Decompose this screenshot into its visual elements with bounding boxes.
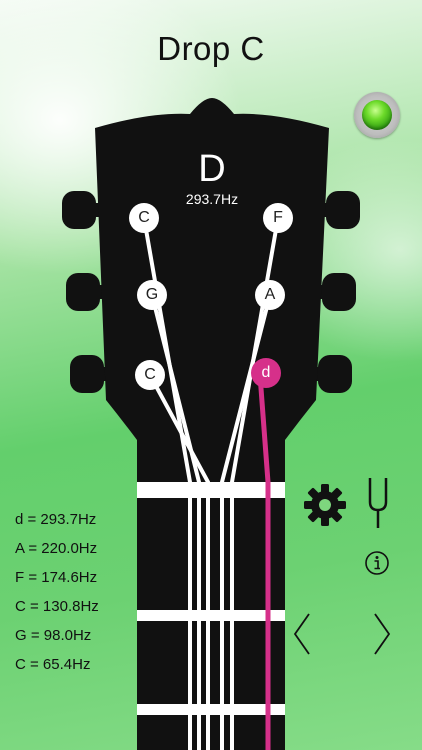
- detected-note: D: [198, 148, 226, 190]
- nut: [137, 482, 285, 498]
- chevron-left-icon[interactable]: [291, 612, 313, 656]
- fret: [137, 610, 285, 621]
- peg-left-top[interactable]: C: [129, 203, 159, 233]
- detected-frequency: 293.7Hz: [185, 191, 239, 207]
- frequency-list-item: d = 293.7Hz: [15, 511, 97, 528]
- tuning-fork-icon[interactable]: [364, 476, 392, 530]
- peg-left-bottom[interactable]: C: [135, 360, 165, 390]
- frequency-list-item: A = 220.0Hz: [15, 540, 98, 557]
- peg-right-bottom-active[interactable]: d: [251, 358, 281, 388]
- peg-right-top[interactable]: F: [263, 203, 293, 233]
- peg-right-middle[interactable]: A: [255, 280, 285, 310]
- frequency-list-item: C = 130.8Hz: [15, 598, 99, 615]
- fret: [137, 704, 285, 715]
- info-icon[interactable]: [364, 550, 390, 576]
- chevron-right-icon[interactable]: [371, 612, 393, 656]
- frequency-list-item: F = 174.6Hz: [15, 569, 98, 586]
- peg-left-middle[interactable]: G: [137, 280, 167, 310]
- gear-icon[interactable]: [303, 483, 347, 527]
- frequency-list-item: G = 98.0Hz: [15, 627, 92, 644]
- frequency-list-item: C = 65.4Hz: [15, 656, 91, 673]
- frequency-list: d = 293.7Hz A = 220.0Hz F = 174.6Hz C = …: [15, 505, 99, 679]
